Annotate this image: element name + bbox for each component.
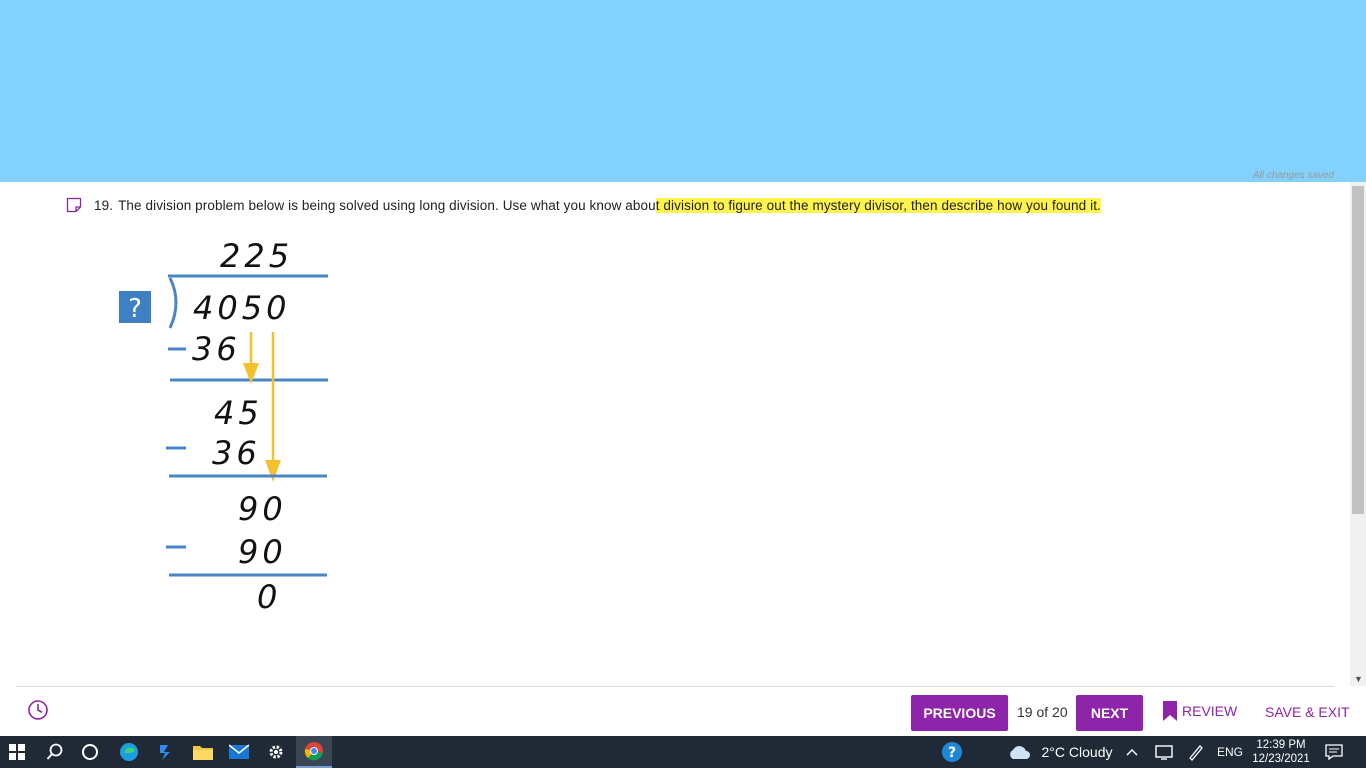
search-icon[interactable]: [38, 736, 72, 768]
long-division-figure: .num { font-family:"DejaVu Sans", sans-s…: [119, 237, 328, 616]
subtrahend-3: 90: [238, 533, 287, 571]
remainder-1: 45: [214, 394, 263, 432]
timer-clock-icon[interactable]: [27, 699, 49, 721]
file-explorer-icon[interactable]: [186, 736, 220, 768]
save-exit-button[interactable]: SAVE & EXIT: [1265, 704, 1350, 720]
review-label: REVIEW: [1182, 703, 1238, 719]
subtrahend-1: 36: [192, 330, 241, 368]
division-bracket: [168, 277, 178, 329]
redacted-header-area: [0, 0, 1366, 182]
scrollbar-thumb[interactable]: [1352, 186, 1364, 514]
quotient: 225: [220, 237, 293, 275]
power-automate-icon[interactable]: [150, 736, 182, 768]
chevron-up-icon[interactable]: [1122, 736, 1142, 768]
note-icon[interactable]: [66, 197, 82, 213]
pen-icon[interactable]: [1185, 736, 1207, 768]
mail-icon[interactable]: [222, 736, 256, 768]
previous-button[interactable]: PREVIOUS: [911, 695, 1008, 731]
arrow-head-2: [265, 460, 281, 482]
question-number: 19.: [94, 197, 114, 213]
clock-date: 12/23/2021: [1252, 753, 1310, 765]
scroll-down-arrow-icon[interactable]: ▼: [1354, 674, 1363, 684]
edge-icon[interactable]: [112, 736, 146, 768]
page-indicator: 19 of 20: [1017, 704, 1068, 720]
help-icon[interactable]: ?: [938, 736, 966, 768]
cloud-icon: [1006, 736, 1032, 768]
question-prompt: 19. The division problem below is being …: [66, 197, 1101, 213]
taskbar-clock[interactable]: 12:39 PM 12/23/2021: [1250, 738, 1312, 766]
chrome-icon[interactable]: [296, 736, 332, 768]
navigation-footer: PREVIOUS 19 of 20 NEXT REVIEW SAVE & EXI…: [0, 687, 1366, 736]
weather-text[interactable]: 2°C Cloudy: [1036, 736, 1118, 768]
mystery-divisor: ?: [128, 294, 142, 324]
svg-text:?: ?: [948, 745, 956, 761]
windows-start-icon[interactable]: [0, 736, 34, 768]
windows-taskbar: ? 2°C Cloudy ENG 12:39 PM 12/23/2021: [0, 736, 1366, 768]
notification-icon[interactable]: [1320, 736, 1348, 768]
save-status: All changes saved: [1252, 170, 1334, 181]
question-text-highlighted: t division to figure out the mystery div…: [655, 197, 1101, 213]
review-button[interactable]: REVIEW: [1162, 701, 1237, 721]
question-text: The division problem below is being solv…: [118, 197, 656, 213]
next-button[interactable]: NEXT: [1076, 695, 1143, 731]
clock-time: 12:39 PM: [1256, 739, 1306, 751]
language-indicator[interactable]: ENG: [1214, 736, 1246, 768]
cortana-icon[interactable]: [74, 736, 106, 768]
settings-icon[interactable]: [260, 736, 292, 768]
final-remainder: 0: [257, 578, 281, 616]
vertical-scrollbar[interactable]: ▼: [1350, 182, 1366, 686]
remainder-2: 90: [238, 490, 287, 528]
dividend: 4050: [193, 289, 290, 327]
bookmark-icon: [1163, 701, 1177, 721]
subtrahend-2: 36: [212, 434, 261, 472]
display-icon[interactable]: [1153, 736, 1175, 768]
